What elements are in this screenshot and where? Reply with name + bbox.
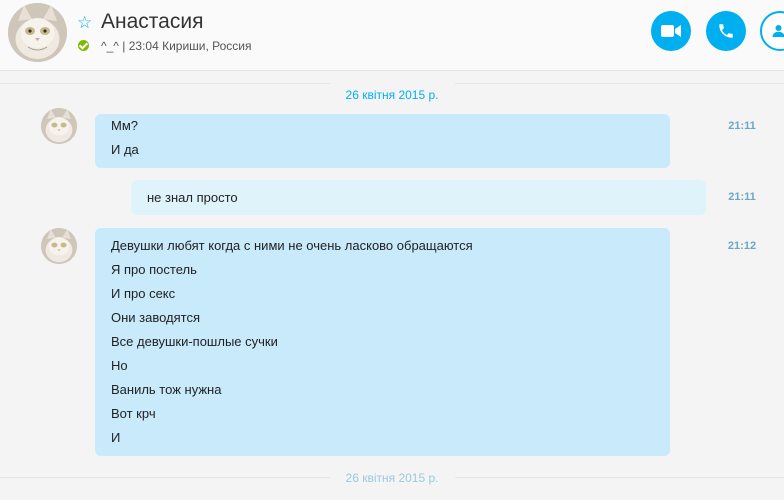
cat-avatar-icon xyxy=(8,3,67,62)
divider xyxy=(455,83,784,84)
date-separator: 26 квітня 2015 р. xyxy=(345,471,439,485)
message-line: Я про постель xyxy=(111,262,197,277)
message-time: 21:11 xyxy=(728,120,756,132)
message-line: не знал просто xyxy=(147,190,238,205)
message-line: Мм? xyxy=(111,118,138,133)
audio-call-icon xyxy=(719,24,733,38)
message-line: И xyxy=(111,430,121,445)
video-call-button[interactable] xyxy=(651,11,691,51)
date-separator: 26 квітня 2015 р. xyxy=(345,88,439,102)
message-avatar[interactable] xyxy=(41,108,77,144)
message-bubble-incoming[interactable]: Девушки любят когда с ними не очень ласк… xyxy=(95,228,670,456)
message-line: Они заводятся xyxy=(111,310,201,325)
message-line: Но xyxy=(111,358,128,373)
audio-call-button[interactable] xyxy=(706,11,746,51)
message-line: Все девушки-пошлые сучки xyxy=(111,334,278,349)
message-line: Ваниль тож нужна xyxy=(111,382,222,397)
message-bubble-outgoing[interactable]: не знал просто xyxy=(131,180,706,215)
message-line: И про секс xyxy=(111,286,176,301)
message-avatar[interactable] xyxy=(41,228,77,264)
chat-header: ☆ Анастасия ^_^ | 23:04 Кириши, Россия xyxy=(0,0,784,71)
online-status-icon xyxy=(78,40,89,51)
message-line: Вот крч xyxy=(111,406,156,421)
cat-avatar-icon xyxy=(41,228,77,264)
favorite-star-icon[interactable]: ☆ xyxy=(77,13,92,33)
contact-avatar[interactable] xyxy=(8,3,67,62)
cat-avatar-icon xyxy=(41,108,77,144)
message-time: 21:12 xyxy=(727,240,757,252)
divider xyxy=(0,83,330,84)
message-bubble-incoming[interactable]: Мм? И да xyxy=(95,114,670,168)
contact-mood: ^_^ | 23:04 Кириши, Россия xyxy=(101,39,252,53)
video-call-icon xyxy=(661,25,681,37)
message-line: И да xyxy=(111,142,139,157)
message-line: Девушки любят когда с ними не очень ласк… xyxy=(111,238,473,253)
contact-name: Анастасия xyxy=(101,10,204,33)
add-contact-icon xyxy=(772,25,784,37)
message-time: 21:11 xyxy=(728,191,756,203)
add-contact-button[interactable] xyxy=(760,11,784,51)
